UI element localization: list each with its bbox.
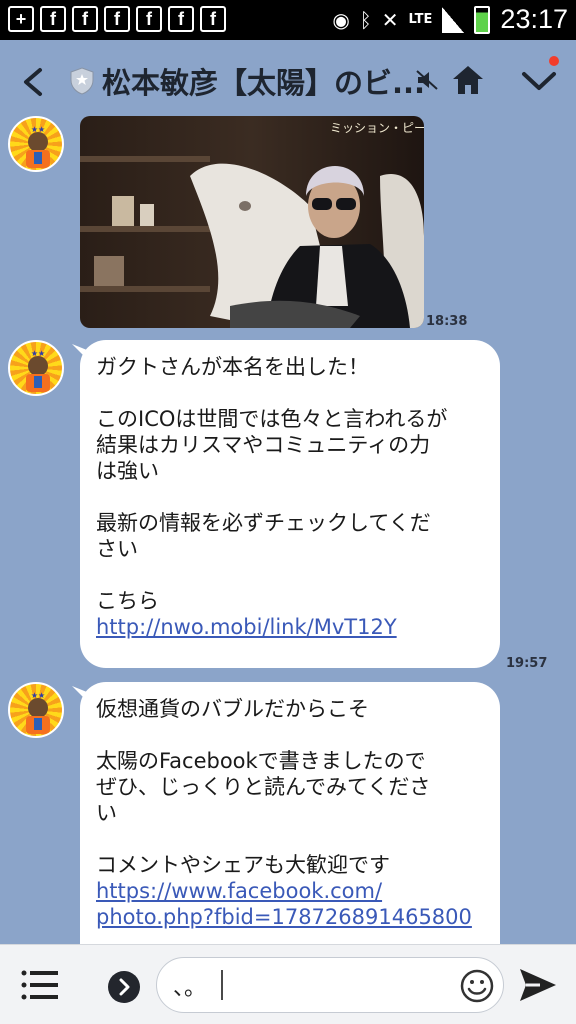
chevron-down-icon[interactable]	[520, 64, 558, 98]
eye-icon: ◉	[332, 7, 350, 32]
send-icon[interactable]	[518, 967, 558, 1003]
status-bar: + f f f f f f ◉ ᛒ ✕ LTE 23:17	[0, 0, 576, 40]
back-icon[interactable]	[14, 62, 54, 102]
avatar[interactable]: ★★	[8, 340, 64, 396]
mute-icon	[416, 70, 438, 90]
message-line: 仮想通貨のバブルだからこそ	[96, 697, 369, 721]
facebook-icon: f	[136, 6, 162, 32]
emoji-icon[interactable]	[459, 968, 495, 1004]
message-input[interactable]: 、。	[156, 957, 504, 1013]
bluetooth-icon: ᛒ	[359, 7, 372, 32]
expand-button[interactable]	[108, 971, 140, 1003]
battery-icon	[474, 5, 491, 34]
message-time: 18:38	[426, 314, 468, 329]
home-icon[interactable]	[450, 62, 486, 98]
message-line: さい	[96, 537, 138, 561]
lte-label: LTE	[408, 11, 433, 27]
message-line: 結果はカリスマやコミュニティの力	[96, 433, 431, 457]
input-bar: 、。	[0, 944, 576, 1024]
svg-text:★★: ★★	[31, 691, 45, 700]
message-line: い	[96, 801, 117, 825]
clock: 23:17	[500, 4, 568, 34]
message-input-value: 、。	[173, 976, 207, 1001]
message-line: コメントやシェアも大歓迎です	[96, 853, 390, 877]
message-line: 太陽のFacebookで書きましたので	[96, 749, 426, 773]
facebook-icon: f	[40, 6, 66, 32]
chat-title: 松本敏彦【太陽】のビ...	[102, 66, 426, 100]
chevron-right-icon	[119, 978, 130, 996]
message-time: 19:57	[506, 656, 548, 671]
message-link[interactable]: http://nwo.mobi/link/MvT12Y	[96, 614, 484, 640]
avatar[interactable]: ★★	[8, 682, 64, 738]
notification-dot	[549, 56, 559, 66]
add-icon: +	[8, 6, 34, 32]
signal-icon	[442, 6, 465, 33]
message-line: は強い	[96, 459, 159, 483]
message-line: このICOは世間では色々と言われるが	[96, 407, 448, 431]
svg-text:★★: ★★	[31, 125, 45, 134]
mute-icon: ✕	[381, 7, 399, 32]
chat-header: 松本敏彦【太陽】のビ...	[0, 40, 576, 120]
message-line: 最新の情報を必ずチェックしてくだ	[96, 511, 431, 535]
facebook-icon: f	[104, 6, 130, 32]
avatar[interactable]: ★★	[8, 116, 64, 172]
message-bubble[interactable]: 仮想通貨のバブルだからこそ 太陽のFacebookで書きましたので ぜひ、じっく…	[80, 682, 500, 982]
shared-photo[interactable]: ミッション・ピース	[80, 116, 424, 328]
svg-text:★★: ★★	[31, 349, 45, 358]
menu-list-icon[interactable]	[20, 967, 60, 1003]
message-link[interactable]: https://www.facebook.com/	[96, 878, 484, 904]
shield-icon	[70, 67, 94, 95]
facebook-icon: f	[168, 6, 194, 32]
message-line: こちら	[96, 589, 159, 613]
message-bubble[interactable]: ガクトさんが本名を出した！ このICOは世間では色々と言われるが 結果はカリスマ…	[80, 340, 500, 668]
message-line: ガクトさんが本名を出した！	[96, 355, 369, 379]
message-line: ぜひ、じっくりと読んでみてくださ	[96, 775, 431, 799]
svg-text:ミッション・ピース: ミッション・ピース	[330, 121, 424, 135]
text-caret	[221, 970, 223, 1000]
message-link[interactable]: photo.php?fbid=178726891465800	[96, 904, 484, 930]
facebook-icon: f	[200, 6, 226, 32]
facebook-icon: f	[72, 6, 98, 32]
